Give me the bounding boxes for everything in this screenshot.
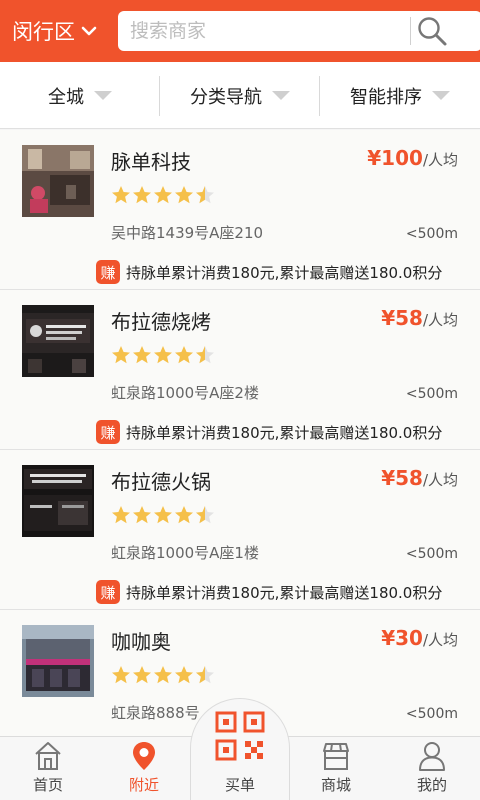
star-icon bbox=[112, 346, 130, 364]
price-unit: /人均 bbox=[422, 631, 458, 649]
dropdown-triangle-icon bbox=[272, 91, 290, 100]
star-icon bbox=[175, 346, 193, 364]
star-icon bbox=[154, 506, 172, 524]
rating-stars bbox=[111, 505, 216, 525]
half-star-icon bbox=[196, 666, 214, 684]
star-icon bbox=[133, 666, 151, 684]
merchant-price: ¥100/人均 bbox=[367, 146, 458, 170]
merchant-price: ¥58/人均 bbox=[381, 466, 458, 490]
merchant-photo bbox=[22, 145, 94, 217]
filter-city[interactable]: 全城 bbox=[0, 62, 160, 129]
half-star-icon bbox=[196, 186, 214, 204]
star-icon bbox=[133, 186, 151, 204]
search-input[interactable] bbox=[130, 11, 400, 51]
tab-pay[interactable]: 买单 bbox=[190, 698, 290, 800]
promo-text: 持脉单累计消费180元,累计最高赠送180.0积分 bbox=[126, 423, 443, 442]
half-star-icon bbox=[196, 506, 214, 524]
merchant-price: ¥58/人均 bbox=[381, 306, 458, 330]
search-icon[interactable] bbox=[414, 13, 450, 49]
tab-mine[interactable]: 我的 bbox=[384, 736, 480, 800]
filter-sort-label: 智能排序 bbox=[350, 86, 422, 108]
promo-text: 持脉单累计消费180元,累计最高赠送180.0积分 bbox=[126, 583, 443, 602]
merchant-name: 咖咖奥 bbox=[111, 630, 171, 654]
star-icon bbox=[175, 506, 193, 524]
filter-sort[interactable]: 智能排序 bbox=[320, 62, 480, 129]
merchant-distance: <500m bbox=[405, 386, 458, 402]
merchant-distance: <500m bbox=[405, 226, 458, 242]
top-bar: 闵行区 bbox=[0, 0, 480, 62]
dropdown-triangle-icon bbox=[432, 91, 450, 100]
tab-mall[interactable]: 商城 bbox=[288, 736, 384, 800]
promo-line: 赚 持脉单累计消费180元,累计最高赠送180.0积分 bbox=[96, 580, 442, 604]
filter-bar: 全城 分类导航 智能排序 bbox=[0, 62, 480, 129]
merchant-photo bbox=[22, 305, 94, 377]
price-value: ¥30 bbox=[381, 626, 423, 650]
merchant-address: 吴中路1439号A座210 bbox=[111, 224, 264, 242]
dropdown-triangle-icon bbox=[94, 91, 112, 100]
price-value: ¥100 bbox=[367, 146, 423, 170]
filter-city-label: 全城 bbox=[48, 86, 84, 108]
earn-badge: 赚 bbox=[96, 260, 120, 284]
star-icon bbox=[112, 506, 130, 524]
store-icon bbox=[323, 743, 349, 770]
merchant-item[interactable]: 布拉德烧烤 ¥58/人均 虹泉路1000号A座2楼 <500m 赚 持脉单累计消… bbox=[0, 290, 480, 450]
star-icon bbox=[133, 346, 151, 364]
merchant-name: 布拉德烧烤 bbox=[111, 310, 211, 334]
tab-mall-label: 商城 bbox=[320, 776, 351, 794]
tab-mine-label: 我的 bbox=[416, 776, 447, 794]
merchant-photo bbox=[22, 625, 94, 697]
filter-category-label: 分类导航 bbox=[190, 86, 262, 108]
star-icon bbox=[154, 346, 172, 364]
star-icon bbox=[154, 666, 172, 684]
star-icon bbox=[175, 666, 193, 684]
rating-stars bbox=[111, 345, 216, 365]
merchant-list: 脉单科技 ¥100/人均 吴中路1439号A座210 <500m 赚 持脉单累计… bbox=[0, 130, 480, 770]
merchant-address: 虹泉路1000号A座1楼 bbox=[111, 544, 259, 562]
promo-text: 持脉单累计消费180元,累计最高赠送180.0积分 bbox=[126, 263, 443, 282]
price-value: ¥58 bbox=[381, 306, 423, 330]
merchant-distance: <500m bbox=[405, 546, 458, 562]
merchant-address: 虹泉路1000号A座2楼 bbox=[111, 384, 259, 402]
district-selector[interactable]: 闵行区 bbox=[12, 16, 97, 46]
search-divider bbox=[410, 17, 411, 45]
rating-stars bbox=[111, 665, 216, 685]
merchant-item[interactable]: 布拉德火锅 ¥58/人均 虹泉路1000号A座1楼 <500m 赚 持脉单累计消… bbox=[0, 450, 480, 610]
promo-line: 赚 持脉单累计消费180元,累计最高赠送180.0积分 bbox=[96, 260, 442, 284]
half-star-icon bbox=[196, 346, 214, 364]
price-unit: /人均 bbox=[422, 311, 458, 329]
tab-nearby-label: 附近 bbox=[128, 776, 159, 794]
tab-home[interactable]: 首页 bbox=[0, 736, 96, 800]
qr-code-icon bbox=[215, 711, 265, 761]
location-pin-icon bbox=[133, 742, 155, 770]
star-icon bbox=[133, 506, 151, 524]
star-icon bbox=[112, 666, 130, 684]
search-box bbox=[118, 11, 480, 51]
price-unit: /人均 bbox=[422, 471, 458, 489]
user-icon bbox=[419, 742, 445, 771]
rating-stars bbox=[111, 185, 216, 205]
merchant-name: 布拉德火锅 bbox=[111, 470, 211, 494]
star-icon bbox=[112, 186, 130, 204]
promo-line: 赚 持脉单累计消费180元,累计最高赠送180.0积分 bbox=[96, 420, 442, 444]
star-icon bbox=[175, 186, 193, 204]
district-label: 闵行区 bbox=[12, 20, 75, 44]
merchant-item[interactable]: 脉单科技 ¥100/人均 吴中路1439号A座210 <500m 赚 持脉单累计… bbox=[0, 130, 480, 290]
chevron-down-icon bbox=[81, 26, 97, 36]
star-icon bbox=[154, 186, 172, 204]
tab-home-label: 首页 bbox=[32, 776, 63, 794]
merchant-photo bbox=[22, 465, 94, 537]
merchant-distance: <500m bbox=[405, 706, 458, 722]
tab-pay-label: 买单 bbox=[224, 776, 255, 794]
earn-badge: 赚 bbox=[96, 580, 120, 604]
price-unit: /人均 bbox=[422, 151, 458, 169]
home-icon bbox=[35, 742, 61, 770]
merchant-price: ¥30/人均 bbox=[381, 626, 458, 650]
price-value: ¥58 bbox=[381, 466, 423, 490]
filter-category[interactable]: 分类导航 bbox=[160, 62, 320, 129]
merchant-name: 脉单科技 bbox=[111, 150, 191, 174]
earn-badge: 赚 bbox=[96, 420, 120, 444]
tab-nearby[interactable]: 附近 bbox=[96, 736, 192, 800]
merchant-address: 虹泉路888号 bbox=[111, 704, 200, 722]
